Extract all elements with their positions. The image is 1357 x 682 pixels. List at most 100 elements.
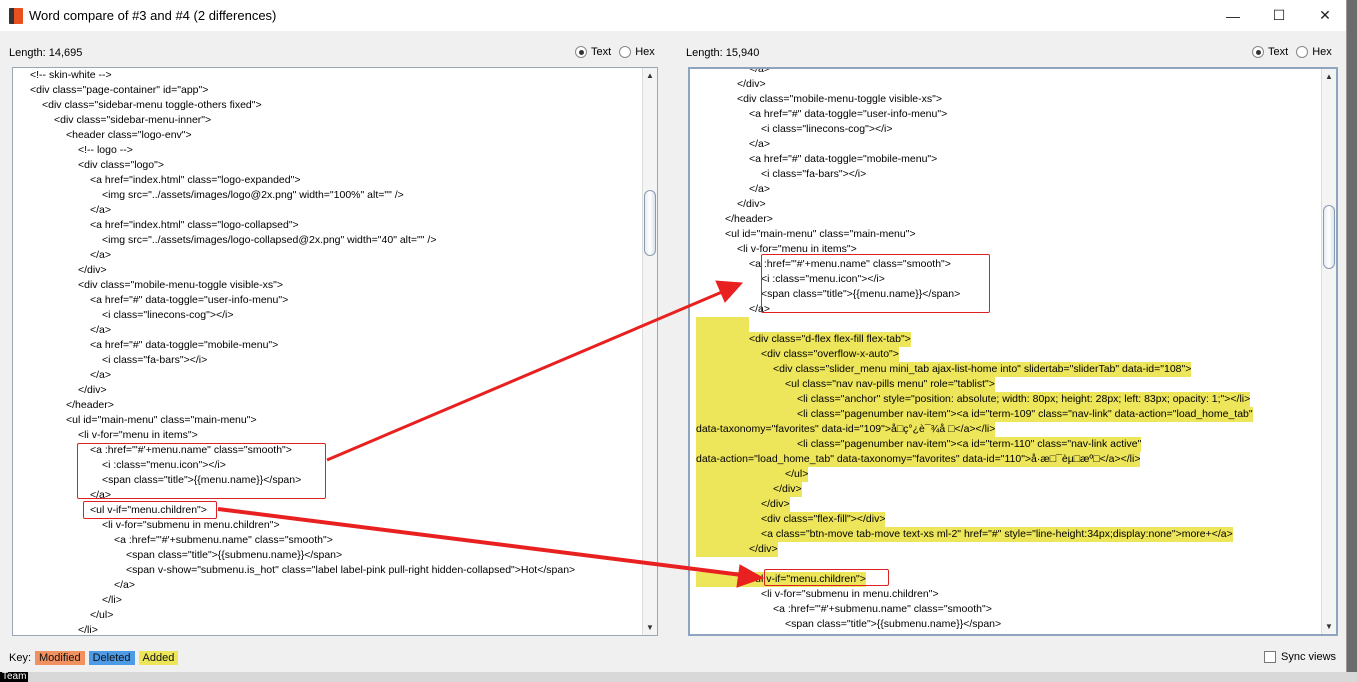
close-button[interactable]: ✕ xyxy=(1302,0,1348,31)
sync-views-label: Sync views xyxy=(1281,651,1337,663)
code-line: <span class="title">{{submenu.name}}</sp… xyxy=(785,618,1002,630)
code-line: <ul id="main-menu" class="main-menu"> xyxy=(725,228,916,240)
right-text-panel[interactable]: ▲ ▼ </a> </div> <div class="mobile-menu-to… xyxy=(688,67,1338,636)
code-line: <div class="logo"> xyxy=(78,159,164,171)
code-line: <a :href="'#'+submenu.name" class="smoot… xyxy=(773,603,992,615)
left-scrollbar[interactable]: ▲ ▼ xyxy=(642,68,657,635)
code-line: <a href="#" data-toggle="user-info-menu"… xyxy=(90,294,289,306)
code-line: <a href="#" data-toggle="mobile-menu"> xyxy=(90,339,279,351)
code-line: </div> xyxy=(761,497,790,512)
taskbar xyxy=(0,672,1357,682)
added-highlight xyxy=(696,467,785,482)
right-text-label: Text xyxy=(1268,46,1289,58)
code-line: </a> xyxy=(749,138,771,150)
right-hex-label: Hex xyxy=(1312,46,1332,58)
code-line: </div> xyxy=(749,542,778,557)
annotation-box-left-anchor xyxy=(77,443,326,499)
code-line: <li class="pagenumber nav-item"><a id="t… xyxy=(797,407,1253,422)
code-line: </ul> xyxy=(785,467,809,482)
taskbar-item[interactable]: Team xyxy=(0,672,29,682)
code-line: <i class="linecons-cog"></i> xyxy=(761,123,893,135)
code-line: <div class="sidebar-menu-inner"> xyxy=(54,114,212,126)
code-line: <!-- skin-white --> xyxy=(30,69,112,81)
checkbox-icon[interactable] xyxy=(1264,651,1276,663)
added-highlight xyxy=(696,332,749,347)
scroll-down-arrow-icon[interactable]: ▼ xyxy=(1322,619,1336,634)
left-text-panel[interactable]: ▲ ▼ <!-- skin-white --> <div class="page-… xyxy=(12,67,658,636)
code-line: <div class="slider_menu mini_tab ajax-li… xyxy=(773,362,1192,377)
code-line: data-action="load_home_tab" data-taxonom… xyxy=(696,452,1141,467)
code-line: <img src="../assets/images/logo@2x.png" … xyxy=(102,189,404,201)
code-line: <div class="mobile-menu-toggle visible-x… xyxy=(737,93,943,105)
code-line: <li v-for="submenu in menu.children"> xyxy=(761,588,939,600)
key-added: Added xyxy=(138,651,179,665)
left-view-mode: Text Hex xyxy=(575,46,655,58)
code-line: </a> xyxy=(114,579,136,591)
code-line: <!-- logo --> xyxy=(78,144,133,156)
code-line: <div class="sidebar-menu toggle-others f… xyxy=(42,99,262,111)
code-line: </li> xyxy=(102,594,122,606)
code-line: <div class="overflow-x-auto"> xyxy=(761,347,899,362)
code-line: </header> xyxy=(66,399,114,411)
right-hex-radio[interactable] xyxy=(1296,46,1309,58)
scroll-up-arrow-icon[interactable]: ▲ xyxy=(643,68,657,83)
code-line: <a :href="'#'+submenu.name" class="smoot… xyxy=(114,534,333,546)
code-line: <div class="d-flex flex-fill flex-tab"> xyxy=(749,332,911,347)
scroll-up-arrow-icon[interactable]: ▲ xyxy=(1322,69,1336,84)
code-line: </div> xyxy=(773,482,802,497)
code-line: <a href="#" data-toggle="mobile-menu"> xyxy=(749,153,938,165)
minimize-button[interactable]: — xyxy=(1210,0,1256,31)
code-line: </a> xyxy=(749,183,771,195)
added-highlight xyxy=(696,542,749,557)
code-line: <a href="index.html" class="logo-collaps… xyxy=(90,219,299,231)
code-line: <i class="fa-bars"></i> xyxy=(102,354,208,366)
right-scrollbar[interactable]: ▲ ▼ xyxy=(1321,69,1336,634)
code-line: </ul> xyxy=(90,609,114,621)
code-line: <a class="btn-move tab-move text-xs ml-2… xyxy=(761,527,1233,542)
added-highlight xyxy=(696,512,761,527)
code-line: </div> xyxy=(737,78,766,90)
code-line: </div> xyxy=(78,264,107,276)
right-scroll-thumb[interactable] xyxy=(1323,205,1335,269)
code-line: </a> xyxy=(90,204,112,216)
right-view-mode: Text Hex xyxy=(1252,46,1332,58)
left-scroll-thumb[interactable] xyxy=(644,190,656,256)
added-highlight xyxy=(696,497,761,512)
right-text-radio[interactable] xyxy=(1252,46,1264,58)
added-highlight xyxy=(696,482,773,497)
compare-window: Word compare of #3 and #4 (2 differences… xyxy=(0,0,1347,672)
code-line: <a href="index.html" class="logo-expande… xyxy=(90,174,301,186)
maximize-button[interactable]: ☐ xyxy=(1256,0,1302,31)
left-hex-radio[interactable] xyxy=(619,46,632,58)
title-bar: Word compare of #3 and #4 (2 differences… xyxy=(0,0,1346,31)
added-highlight xyxy=(696,347,761,362)
sync-views-checkbox[interactable]: Sync views xyxy=(1264,651,1336,663)
left-hex-label: Hex xyxy=(635,46,655,58)
code-line: <li class="anchor" style="position: abso… xyxy=(797,392,1251,407)
code-line: </a> xyxy=(90,369,112,381)
code-line: <span class="title">{{submenu.name}}</sp… xyxy=(126,549,343,561)
code-line: <li v-for="menu in items"> xyxy=(78,429,198,441)
added-highlight xyxy=(696,572,749,587)
left-text-radio[interactable] xyxy=(575,46,587,58)
annotation-box-left-ul xyxy=(83,501,217,519)
added-highlight xyxy=(696,527,761,542)
code-line: </li> xyxy=(78,624,98,636)
added-highlight xyxy=(696,317,749,332)
window-title: Word compare of #3 and #4 (2 differences… xyxy=(29,8,277,23)
code-line: <ul id="main-menu" class="main-menu"> xyxy=(66,414,257,426)
code-line: <header class="logo-env"> xyxy=(66,129,192,141)
added-highlight xyxy=(696,362,773,377)
legend-key: Key: Modified Deleted Added xyxy=(9,651,179,665)
added-highlight xyxy=(696,377,785,392)
code-line: <li class="pagenumber nav-item"><a id="t… xyxy=(797,437,1142,452)
code-line: <div class="mobile-menu-toggle visible-x… xyxy=(78,279,284,291)
code-line: <i class="fa-bars"></i> xyxy=(761,168,867,180)
code-line: </a> xyxy=(90,324,112,336)
code-line: <div class="flex-fill"></div> xyxy=(761,512,886,527)
app-logo-icon xyxy=(9,7,23,24)
key-modified: Modified xyxy=(35,651,85,665)
scroll-down-arrow-icon[interactable]: ▼ xyxy=(643,620,657,635)
key-label: Key: xyxy=(9,652,32,664)
code-line: <li v-for="submenu in menu.children"> xyxy=(102,519,280,531)
